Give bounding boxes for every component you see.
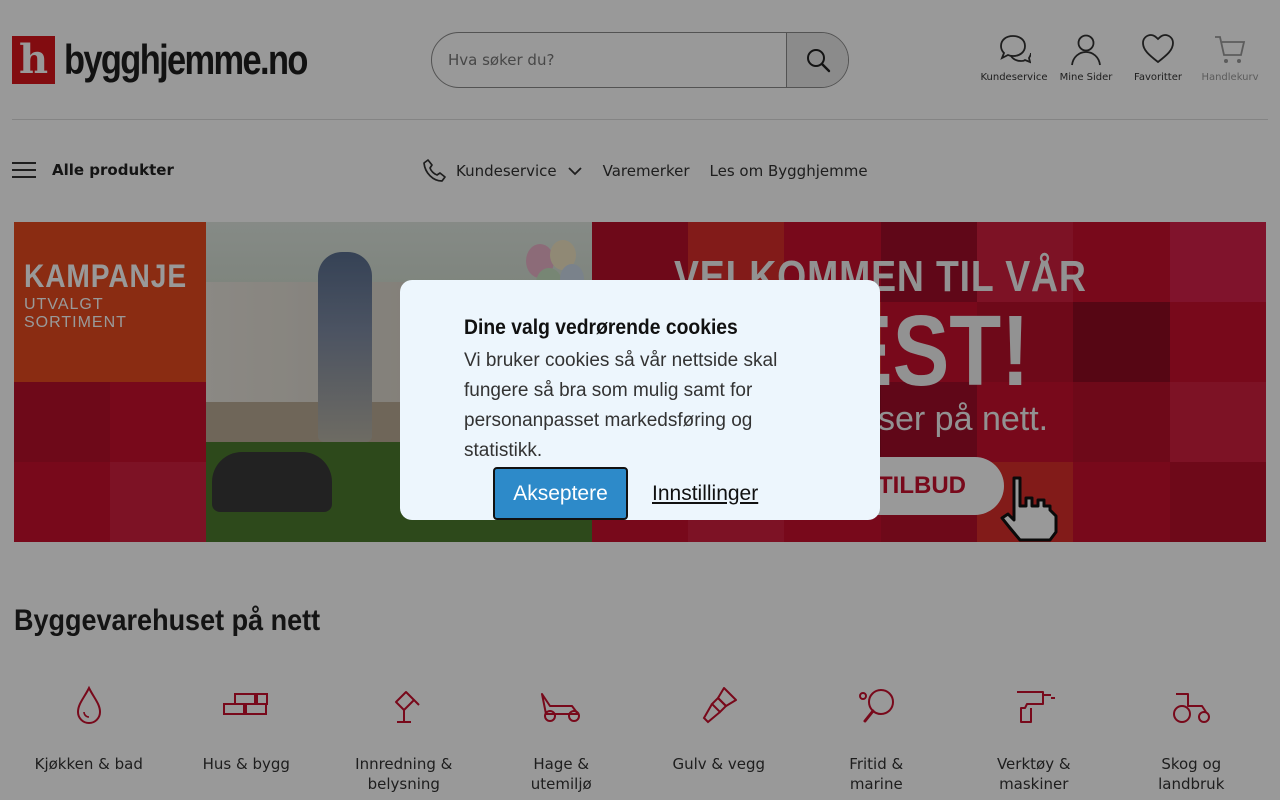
accept-cookies-button[interactable]: Akseptere [493,467,628,520]
cookie-dialog-actions: Akseptere Innstillinger [493,467,758,520]
cookie-dialog-title: Dine valg vedrørende cookies [464,316,738,339]
cookie-dialog-text: Vi bruker cookies så vår nettside skal f… [464,350,778,461]
cookie-settings-link[interactable]: Innstillinger [652,482,758,506]
cookie-consent-dialog: Dine valg vedrørende cookies Vi bruker c… [400,280,880,520]
